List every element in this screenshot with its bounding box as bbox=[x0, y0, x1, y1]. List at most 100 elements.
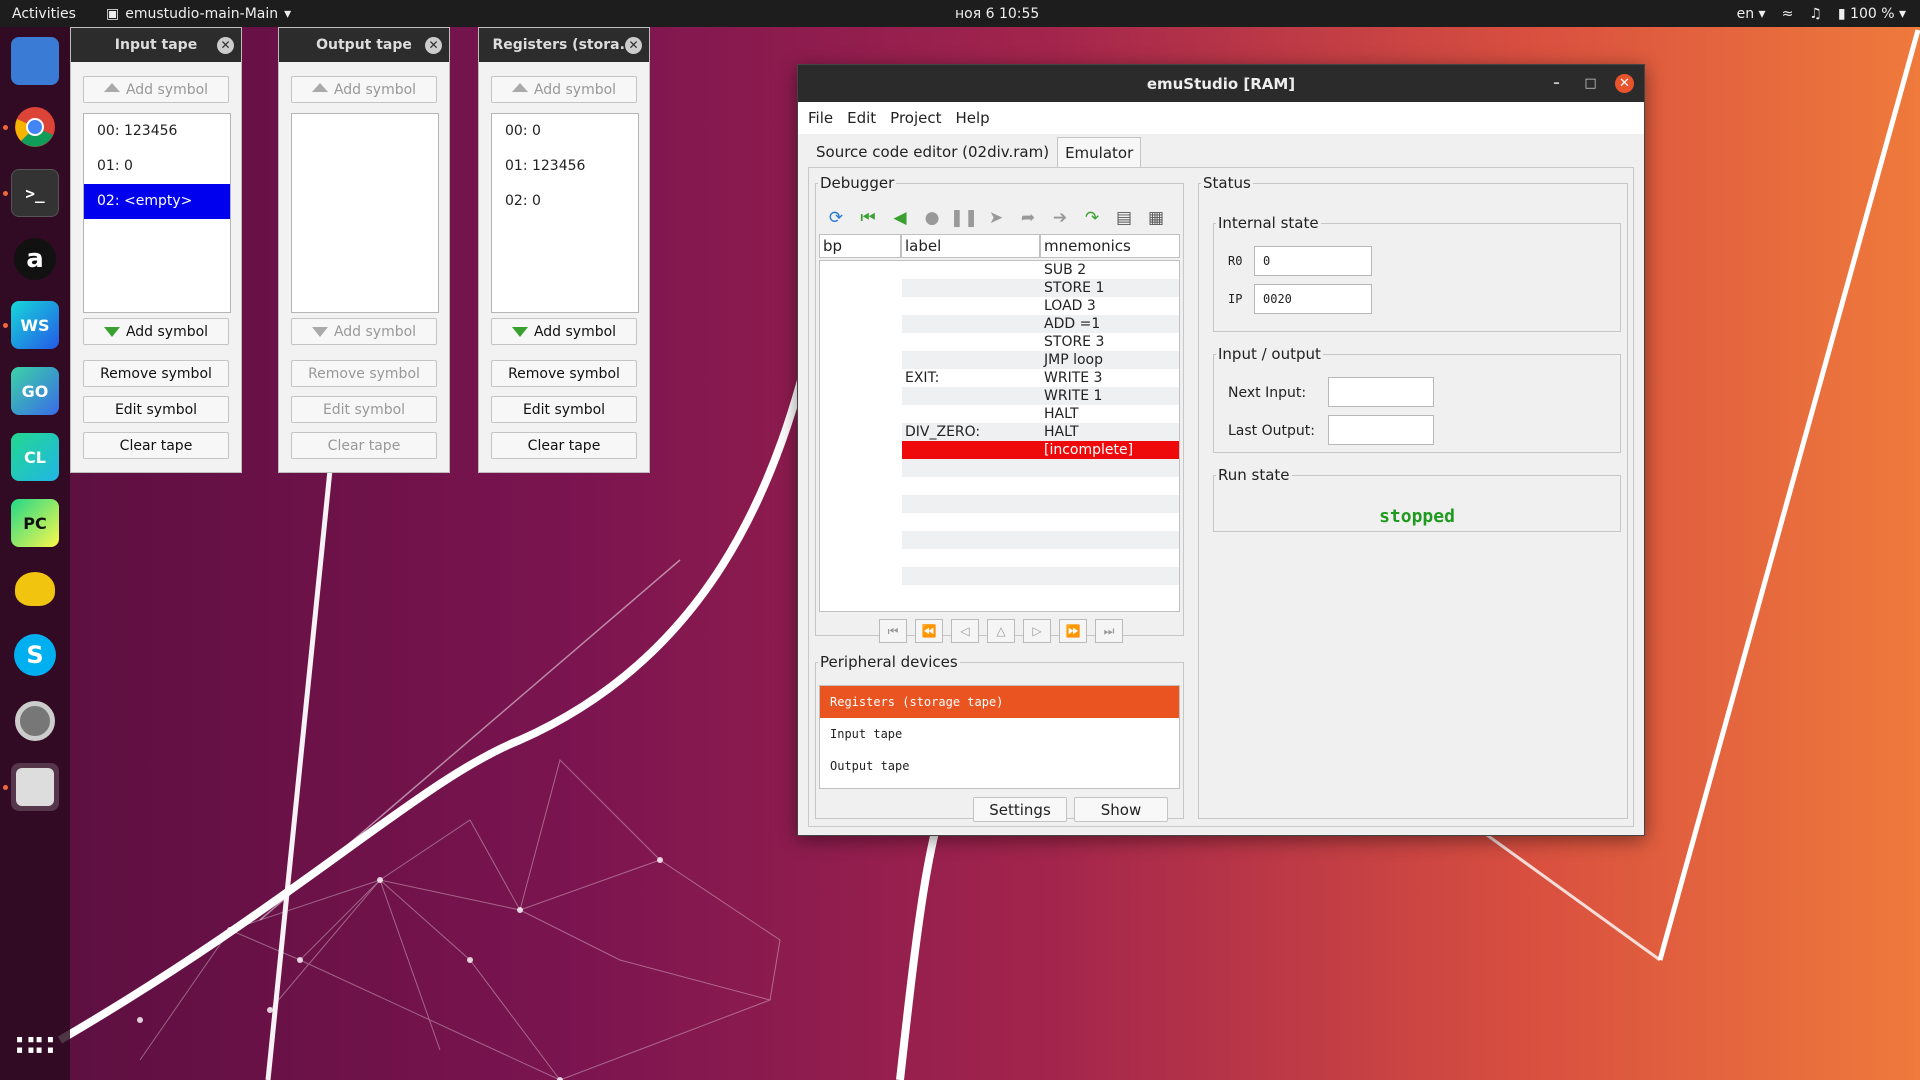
table-row[interactable] bbox=[820, 567, 1179, 585]
run-timed-icon[interactable]: ➦ bbox=[1014, 206, 1042, 230]
close-icon[interactable]: ✕ bbox=[425, 37, 442, 54]
add-symbol-top-button[interactable]: Add symbol bbox=[491, 76, 637, 103]
table-row[interactable]: WRITE 1 bbox=[820, 387, 1179, 405]
add-symbol-bottom-button[interactable]: Add symbol bbox=[491, 318, 637, 345]
column-header-label[interactable]: label bbox=[901, 234, 1040, 258]
tape-symbol-list[interactable]: 00: 123456 01: 0 02: <empty> bbox=[83, 113, 231, 313]
language-indicator[interactable]: en ▾ bbox=[1737, 6, 1766, 22]
table-row[interactable] bbox=[820, 477, 1179, 495]
add-symbol-bottom-button[interactable]: Add symbol bbox=[83, 318, 229, 345]
breakpoint-cell[interactable] bbox=[820, 441, 902, 459]
teapot-icon[interactable] bbox=[11, 565, 59, 613]
breakpoint-cell[interactable] bbox=[820, 585, 902, 603]
breakpoint-cell[interactable] bbox=[820, 459, 902, 477]
skype-icon[interactable]: S bbox=[11, 631, 59, 679]
show-button[interactable]: Show bbox=[1074, 797, 1168, 822]
breakpoint-cell[interactable] bbox=[820, 333, 902, 351]
breakpoint-cell[interactable] bbox=[820, 531, 902, 549]
breakpoint-cell[interactable] bbox=[820, 387, 902, 405]
breakpoint-cell[interactable] bbox=[820, 477, 902, 495]
table-row[interactable]: STORE 1 bbox=[820, 279, 1179, 297]
pause-icon[interactable]: ❚❚ bbox=[950, 206, 979, 230]
minimize-icon[interactable]: – bbox=[1547, 74, 1566, 93]
tape-symbol-list[interactable]: 00: 0 01: 123456 02: 0 bbox=[491, 113, 639, 313]
step-back-icon[interactable]: ◀ bbox=[886, 206, 914, 230]
breakpoint-cell[interactable] bbox=[820, 369, 902, 387]
table-row[interactable] bbox=[820, 495, 1179, 513]
breakpoint-cell[interactable] bbox=[820, 297, 902, 315]
remove-symbol-button[interactable]: Remove symbol bbox=[491, 360, 637, 387]
table-row[interactable]: EXIT: WRITE 3 bbox=[820, 369, 1179, 387]
table-row[interactable]: LOAD 3 bbox=[820, 297, 1179, 315]
remove-symbol-button[interactable]: Remove symbol bbox=[83, 360, 229, 387]
tab-source-code-editor[interactable]: Source code editor (02div.ram) bbox=[808, 137, 1057, 167]
list-item[interactable]: 00: 123456 bbox=[84, 114, 230, 149]
webstorm-icon[interactable]: WS bbox=[11, 301, 59, 349]
device-list[interactable]: Registers (storage tape) Input tape Outp… bbox=[819, 685, 1180, 789]
back-many-icon[interactable]: ⏪ bbox=[915, 619, 943, 643]
forward-many-icon[interactable]: ⏩ bbox=[1059, 619, 1087, 643]
table-row[interactable]: JMP loop bbox=[820, 351, 1179, 369]
table-row[interactable] bbox=[820, 531, 1179, 549]
grid-icon[interactable]: ▦ bbox=[1142, 206, 1170, 230]
jump-to-beginning-icon[interactable]: ⏮ bbox=[854, 206, 882, 230]
pycharm-icon[interactable]: PC bbox=[11, 499, 59, 547]
add-symbol-top-button[interactable]: Add symbol bbox=[83, 76, 229, 103]
goto-address-icon[interactable]: ↷ bbox=[1078, 206, 1106, 230]
list-item[interactable]: 00: 0 bbox=[492, 114, 638, 149]
breakpoint-cell[interactable] bbox=[820, 423, 902, 441]
device-item-output-tape[interactable]: Output tape bbox=[820, 750, 1179, 782]
settings-icon[interactable] bbox=[11, 697, 59, 745]
next-page-icon[interactable]: ▷ bbox=[1023, 619, 1051, 643]
java-app-icon[interactable] bbox=[11, 763, 59, 811]
files-icon[interactable] bbox=[11, 37, 59, 85]
maximize-icon[interactable]: □ bbox=[1581, 74, 1600, 93]
ip-field[interactable]: 0020 bbox=[1254, 284, 1372, 314]
close-icon[interactable]: ✕ bbox=[625, 37, 642, 54]
menu-file[interactable]: File bbox=[808, 109, 833, 127]
table-row[interactable] bbox=[820, 549, 1179, 567]
remove-symbol-button[interactable]: Remove symbol bbox=[291, 360, 437, 387]
menu-project[interactable]: Project bbox=[890, 109, 941, 127]
next-input-field[interactable] bbox=[1328, 377, 1434, 407]
device-item-input-tape[interactable]: Input tape bbox=[820, 718, 1179, 750]
settings-button[interactable]: Settings bbox=[973, 797, 1067, 822]
breakpoint-cell[interactable] bbox=[820, 513, 902, 531]
menu-edit[interactable]: Edit bbox=[847, 109, 876, 127]
table-row[interactable] bbox=[820, 585, 1179, 603]
table-row[interactable]: STORE 3 bbox=[820, 333, 1179, 351]
r0-field[interactable]: 0 bbox=[1254, 246, 1372, 276]
breakpoint-cell[interactable] bbox=[820, 279, 902, 297]
last-page-icon[interactable]: ⏭ bbox=[1095, 619, 1123, 643]
clear-tape-button[interactable]: Clear tape bbox=[83, 432, 229, 459]
current-page-icon[interactable]: △ bbox=[987, 619, 1015, 643]
edit-symbol-button[interactable]: Edit symbol bbox=[491, 396, 637, 423]
run-icon[interactable]: ➤ bbox=[982, 206, 1010, 230]
chrome-icon[interactable] bbox=[11, 103, 59, 151]
stop-icon[interactable]: ● bbox=[918, 206, 946, 230]
table-row[interactable]: SUB 2 bbox=[820, 261, 1179, 279]
battery-indicator[interactable]: ▮ 100 % ▾ bbox=[1838, 6, 1906, 22]
breakpoint-cell[interactable] bbox=[820, 405, 902, 423]
close-icon[interactable]: ✕ bbox=[1615, 74, 1634, 93]
show-applications-icon[interactable]: ∷∷ bbox=[11, 1021, 59, 1069]
breakpoint-cell[interactable] bbox=[820, 567, 902, 585]
add-symbol-top-button[interactable]: Add symbol bbox=[291, 76, 437, 103]
clear-tape-button[interactable]: Clear tape bbox=[291, 432, 437, 459]
app-menu[interactable]: ▣ emustudio-main-Main ▾ bbox=[106, 6, 291, 22]
amazon-icon[interactable]: a bbox=[11, 235, 59, 283]
add-symbol-bottom-button[interactable]: Add symbol bbox=[291, 318, 437, 345]
debugger-table[interactable]: SUB 2 STORE 1 LOAD 3 ADD =1 STORE 3 JMP loop E… bbox=[819, 260, 1180, 612]
list-item[interactable]: 02: 0 bbox=[492, 184, 638, 219]
column-header-mnemonics[interactable]: mnemonics bbox=[1040, 234, 1180, 258]
step-icon[interactable]: ➔ bbox=[1046, 206, 1074, 230]
breakpoint-cell[interactable] bbox=[820, 315, 902, 333]
table-row[interactable]: DIV_ZERO: HALT bbox=[820, 423, 1179, 441]
breakpoint-cell[interactable] bbox=[820, 549, 902, 567]
previous-page-icon[interactable]: ◁ bbox=[951, 619, 979, 643]
breakpoint-cell[interactable] bbox=[820, 495, 902, 513]
terminal-icon[interactable]: >_ bbox=[11, 169, 59, 217]
table-row[interactable]: HALT bbox=[820, 405, 1179, 423]
tape-symbol-list[interactable] bbox=[291, 113, 439, 313]
first-page-icon[interactable]: ⏮ bbox=[879, 619, 907, 643]
